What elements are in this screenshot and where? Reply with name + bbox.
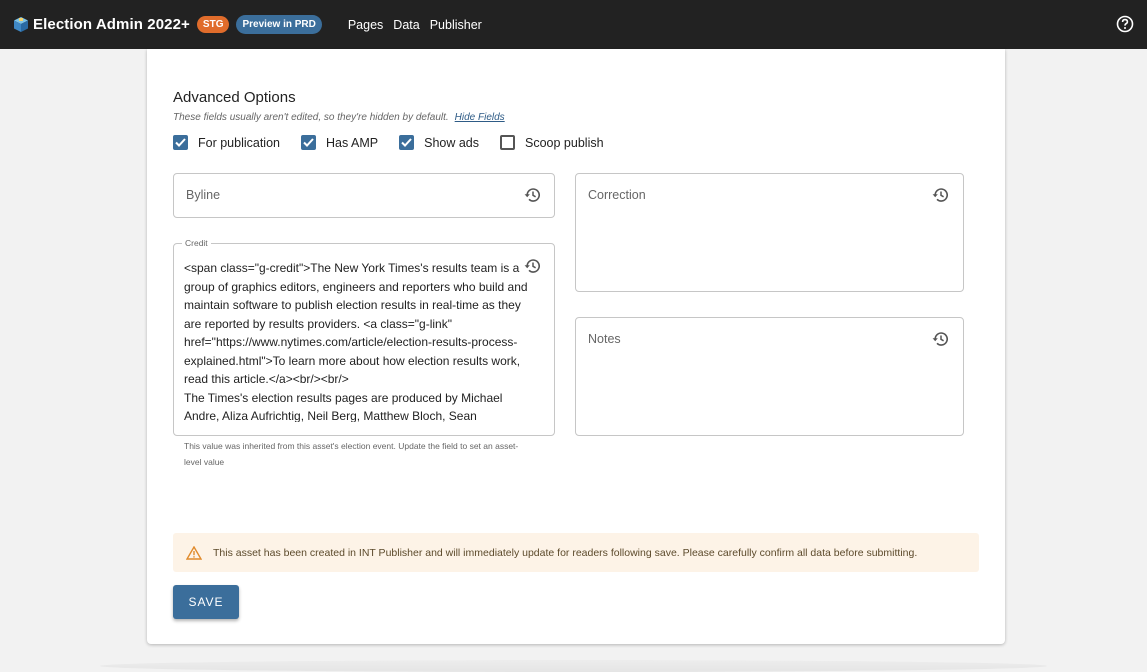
checkbox-label: For publication bbox=[198, 135, 280, 150]
correction-field[interactable]: Correction bbox=[575, 173, 964, 292]
help-circle-icon[interactable] bbox=[1116, 15, 1134, 33]
app-title[interactable]: Election Admin 2022+ bbox=[33, 16, 190, 33]
history-icon[interactable] bbox=[932, 330, 950, 348]
alert-text: This asset has been created in INT Publi… bbox=[213, 546, 918, 559]
byline-field[interactable]: Byline bbox=[173, 173, 555, 218]
warning-icon bbox=[186, 545, 202, 560]
section-title: Advanced Options bbox=[173, 89, 296, 106]
notes-label: Notes bbox=[588, 332, 621, 346]
credit-textarea[interactable]: <span class="g-credit">The New York Time… bbox=[184, 259, 528, 422]
history-icon[interactable] bbox=[524, 257, 542, 275]
nav-data[interactable]: Data bbox=[393, 18, 419, 32]
section-subtitle: These fields usually aren't edited, so t… bbox=[173, 112, 505, 123]
page-bottom-shadow bbox=[100, 660, 1047, 672]
credit-label: Credit bbox=[182, 238, 211, 248]
checkbox-label: Has AMP bbox=[326, 135, 379, 150]
checkbox-unchecked-icon[interactable] bbox=[500, 135, 516, 150]
credit-helper-text: This value was inherited from this asset… bbox=[184, 441, 519, 467]
history-icon[interactable] bbox=[932, 186, 950, 204]
notes-field[interactable]: Notes bbox=[575, 317, 964, 436]
checkbox-for-publication[interactable]: For publication bbox=[173, 135, 280, 150]
checkbox-checked-icon[interactable] bbox=[301, 135, 316, 150]
hide-fields-link[interactable]: Hide Fields bbox=[455, 112, 505, 123]
checkbox-has-amp[interactable]: Has AMP bbox=[301, 135, 378, 150]
nav-publisher[interactable]: Publisher bbox=[430, 18, 482, 32]
ballot-box-logo-icon bbox=[14, 17, 28, 32]
checkbox-checked-icon[interactable] bbox=[173, 135, 188, 150]
save-button[interactable]: SAVE bbox=[173, 585, 239, 619]
checkbox-group: For publication Has AMP Show ads Scoop p… bbox=[173, 135, 625, 150]
top-bar: Election Admin 2022+ STG Preview in PRD … bbox=[0, 0, 1147, 49]
advanced-options-card: Advanced Options These fields usually ar… bbox=[147, 49, 1005, 644]
checkbox-label: Show ads bbox=[424, 135, 480, 150]
preview-in-prd-button[interactable]: Preview in PRD bbox=[236, 15, 322, 34]
env-badge: STG bbox=[196, 16, 230, 33]
subtitle-text: These fields usually aren't edited, so t… bbox=[173, 112, 449, 123]
checkbox-checked-icon[interactable] bbox=[399, 135, 415, 150]
correction-label: Correction bbox=[588, 188, 646, 202]
checkbox-show-ads[interactable]: Show ads bbox=[399, 135, 479, 150]
history-icon[interactable] bbox=[524, 186, 542, 204]
credit-field[interactable]: Credit <span class="g-credit">The New Yo… bbox=[173, 238, 555, 436]
nav-pages[interactable]: Pages bbox=[348, 18, 383, 32]
checkbox-label: Scoop publish bbox=[525, 135, 604, 150]
checkbox-scoop-publish[interactable]: Scoop publish bbox=[500, 135, 604, 150]
byline-label: Byline bbox=[186, 188, 221, 202]
warning-alert: This asset has been created in INT Publi… bbox=[173, 533, 979, 572]
